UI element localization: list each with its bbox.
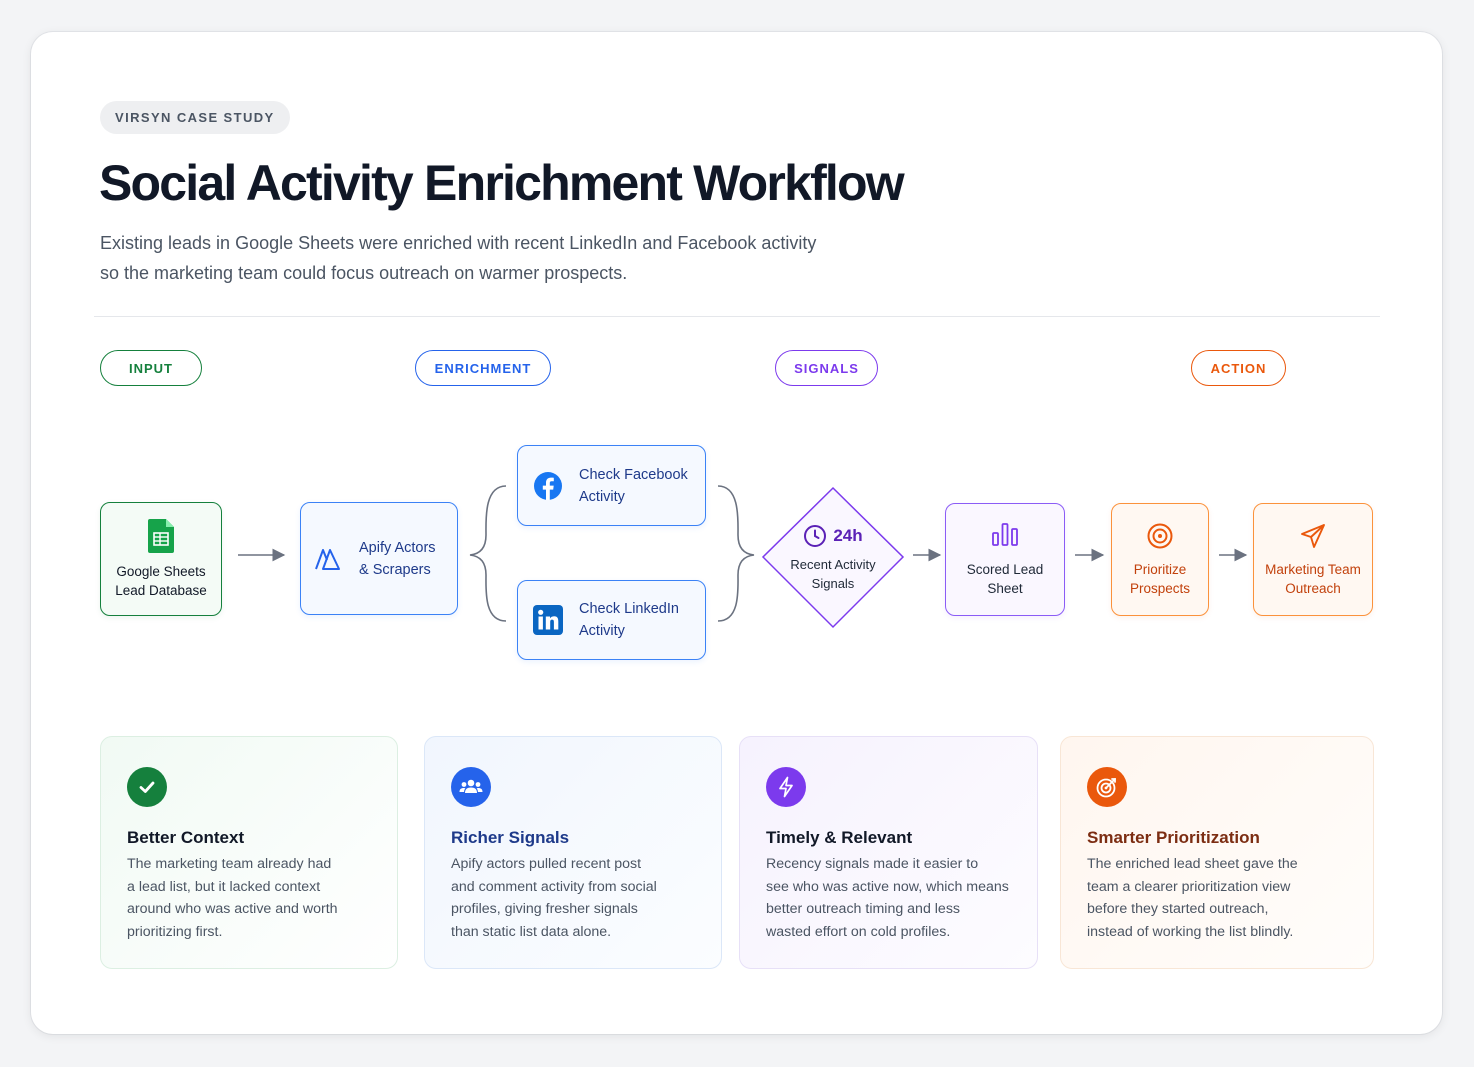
node-check-linkedin: Check LinkedIn Activity xyxy=(517,580,706,660)
card-title: Better Context xyxy=(127,828,245,847)
brace-right xyxy=(717,485,755,622)
card-body: The enriched lead sheet gave the team a … xyxy=(1087,853,1347,943)
node-label: Lead Database xyxy=(115,582,207,598)
card-line: than static list data alone. xyxy=(451,923,612,940)
node-marketing-outreach: Marketing Team Outreach xyxy=(1253,503,1373,616)
send-icon xyxy=(1301,523,1325,548)
node-label: Apify Actors xyxy=(359,539,436,556)
node-scored-lead-sheet: Scored Lead Sheet xyxy=(945,503,1065,616)
linkedin-icon xyxy=(533,605,563,635)
node-label: Outreach xyxy=(1285,580,1341,596)
card-line: wasted effort on cold profiles. xyxy=(766,923,951,940)
node-label: Signals xyxy=(811,576,855,591)
node-label: Prioritize xyxy=(1133,561,1187,577)
card-line: and comment activity from social xyxy=(451,878,657,895)
node-label: Activity xyxy=(579,623,625,639)
node-label: Google Sheets xyxy=(116,563,206,579)
node-label: Marketing Team xyxy=(1265,561,1361,577)
target-icon xyxy=(1087,767,1127,807)
card-body: The marketing team already had a lead li… xyxy=(127,853,371,943)
card-line: better outreach timing and less xyxy=(766,901,961,917)
clock-icon xyxy=(804,525,827,547)
node-recent-activity-signals: 24h Recent Activity Signals xyxy=(770,524,896,593)
card-timely-relevant: Timely & Relevant Recency signals made i… xyxy=(739,736,1038,969)
brace-left xyxy=(469,485,507,622)
apify-icon xyxy=(315,548,340,570)
card-body: Recency signals made it easier to see wh… xyxy=(766,853,1011,943)
google-sheets-icon xyxy=(148,518,174,553)
node-label: & Scrapers xyxy=(359,561,431,578)
card-line: before they started outreach, xyxy=(1087,901,1269,917)
card-richer-signals: Richer Signals Apify actors pulled recen… xyxy=(424,736,722,969)
card-line: a lead list, but it lacked context xyxy=(127,878,321,895)
signals-badge: 24h xyxy=(833,526,863,545)
node-apify: Apify Actors & Scrapers xyxy=(300,502,458,615)
card-title: Timely & Relevant xyxy=(766,828,913,847)
card-title: Smarter Prioritization xyxy=(1087,828,1260,847)
node-label: Scored Lead xyxy=(966,562,1044,577)
check-icon xyxy=(127,767,167,807)
node-label: Check LinkedIn xyxy=(579,601,679,617)
card-better-context: Better Context The marketing team alread… xyxy=(100,736,398,969)
card-line: The enriched lead sheet gave the xyxy=(1087,856,1298,872)
card-smarter-prioritization: Smarter Prioritization The enriched lead… xyxy=(1060,736,1374,969)
card-line: see who was active now, which means xyxy=(766,878,1009,895)
card-line: Apify actors pulled recent post xyxy=(451,856,642,872)
card-line: team a clearer prioritization view xyxy=(1087,878,1291,895)
node-label: Sheet xyxy=(987,581,1023,596)
node-check-facebook: Check Facebook Activity xyxy=(517,445,706,526)
card-line: The marketing team already had xyxy=(127,856,332,872)
node-prioritize-prospects: Prioritize Prospects xyxy=(1111,503,1209,616)
node-label: Check Facebook xyxy=(579,466,688,483)
card-title: Richer Signals xyxy=(451,828,570,847)
node-label: Prospects xyxy=(1129,580,1191,596)
card-body: Apify actors pulled recent post and comm… xyxy=(451,853,695,943)
node-google-sheets: Google Sheets Lead Database xyxy=(100,502,222,616)
facebook-icon xyxy=(534,471,562,500)
target-icon xyxy=(1147,523,1173,548)
card-line: prioritizing first. xyxy=(127,923,223,940)
node-label: Activity xyxy=(579,488,625,505)
card-line: profiles, giving fresher signals xyxy=(451,901,638,917)
lightning-icon xyxy=(766,767,806,807)
card-line: Recency signals made it easier to xyxy=(766,856,979,872)
node-label: Recent Activity xyxy=(790,557,876,572)
card-line: instead of working the list blindly. xyxy=(1087,923,1294,940)
bar-chart-icon xyxy=(992,523,1018,546)
card-line: around who was active and worth xyxy=(127,901,338,917)
users-icon xyxy=(451,767,491,807)
